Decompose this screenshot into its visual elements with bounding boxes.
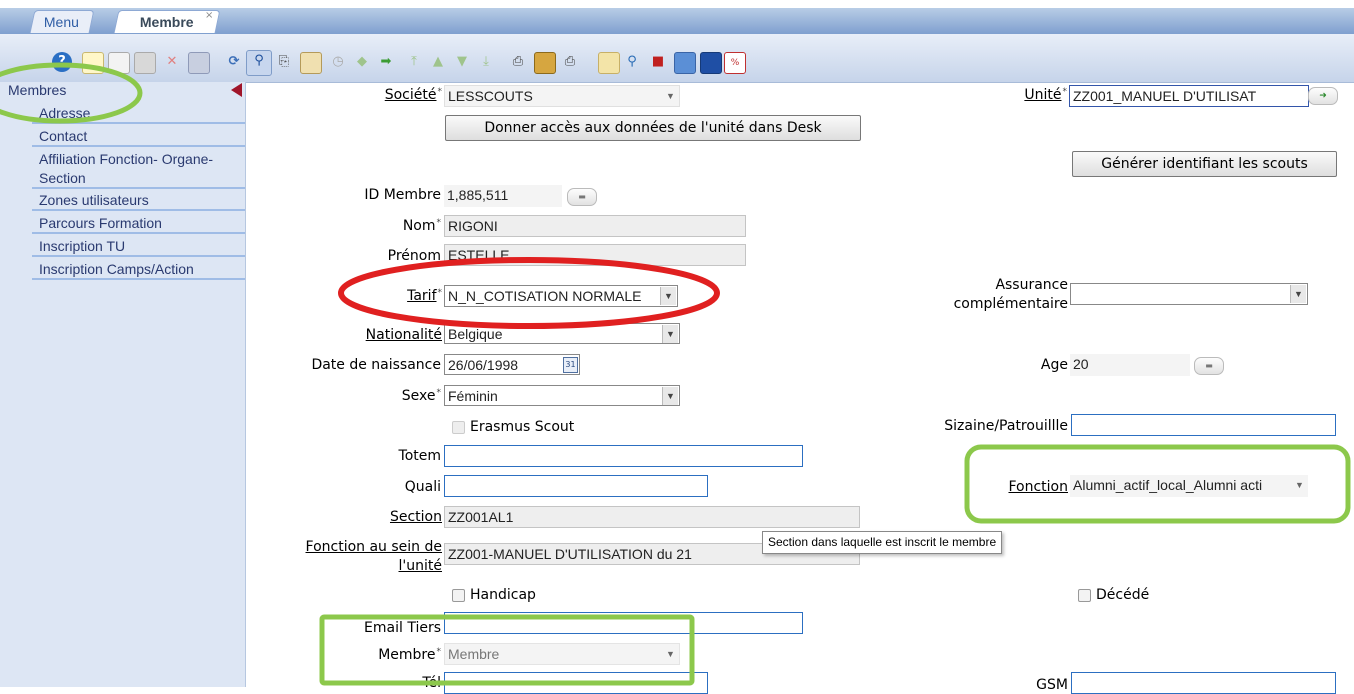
highlight-membres-ellipse <box>0 62 143 124</box>
annotation-overlay <box>0 62 1351 686</box>
highlight-membre-rect <box>319 614 695 686</box>
highlight-tarif-ellipse <box>338 257 720 329</box>
highlight-fonction-rect <box>964 444 1351 524</box>
